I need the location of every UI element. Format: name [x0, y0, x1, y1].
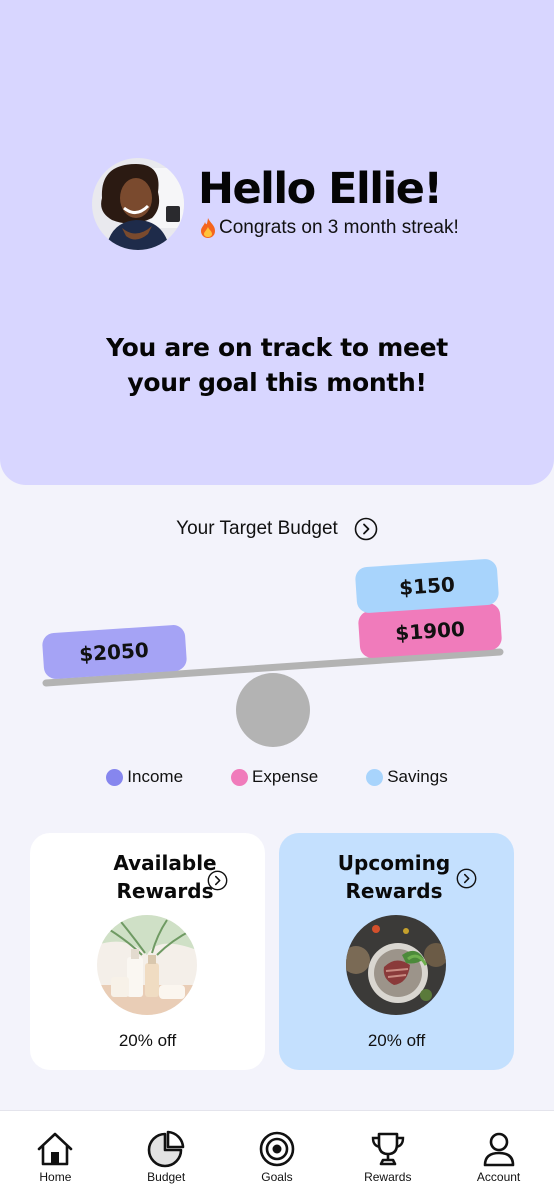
flame-icon [201, 218, 215, 238]
target-budget-arrow-button[interactable] [354, 517, 378, 541]
legend-income: Income [106, 767, 183, 787]
goal-status-line: your goal this month! [127, 368, 427, 397]
upcoming-rewards-card[interactable]: Upcoming Rewards 20% off [279, 833, 514, 1070]
income-dot [106, 768, 124, 786]
nav-goals[interactable]: Goals [227, 1111, 327, 1200]
home-icon [38, 1132, 73, 1166]
available-reward-offer: 20% off [118, 1031, 177, 1050]
available-rewards-card[interactable]: Available Rewards 20% off [30, 833, 265, 1070]
budget-balance-scale: $2050 $1900 $150 [42, 558, 504, 747]
chevron-right-icon [207, 870, 228, 891]
target-icon [259, 1131, 295, 1167]
savings-amount: $150 [398, 572, 455, 600]
savings-block[interactable]: $150 [355, 558, 500, 613]
available-rewards-arrow-button[interactable] [207, 870, 228, 891]
avatar-photo [92, 158, 184, 250]
budget-legend: Income Expense Savings [0, 767, 554, 787]
nav-budget[interactable]: Budget [116, 1111, 216, 1200]
legend-label: Expense [252, 767, 319, 786]
bottom-navigation: Home Budget Goals Rewards Account [0, 1110, 554, 1200]
nav-label: Account [476, 1170, 521, 1184]
nav-label: Home [39, 1170, 72, 1184]
nav-label: Goals [261, 1170, 293, 1184]
goal-status-message: You are on track to meet your goal this … [0, 330, 554, 400]
chevron-right-icon [456, 868, 477, 889]
streak-message: Congrats on 3 month streak! [198, 217, 459, 239]
savings-dot [366, 768, 384, 786]
user-icon [483, 1132, 514, 1167]
target-budget-title: Your Target Budget [176, 518, 338, 539]
chevron-right-icon [354, 517, 378, 541]
upcoming-reward-offer: 20% off [367, 1031, 426, 1050]
nav-label: Budget [147, 1170, 186, 1184]
nav-account[interactable]: Account [449, 1111, 549, 1200]
card-title-line: Rewards [345, 879, 443, 903]
goal-status-line: You are on track to meet [106, 333, 448, 362]
header-panel: Hello Ellie! Congrats on 3 month streak!… [0, 0, 554, 485]
pie-chart-icon [147, 1130, 185, 1168]
legend-label: Income [127, 767, 184, 786]
greeting-title: Hello Ellie! [198, 164, 443, 214]
target-budget-header: Your Target Budget [0, 517, 554, 541]
food-plate-image [346, 915, 446, 1015]
streak-text: Congrats on 3 month streak! [219, 217, 459, 238]
trophy-icon [371, 1132, 404, 1166]
income-block[interactable]: $2050 [42, 624, 188, 679]
income-amount: $2050 [78, 638, 149, 667]
card-title-line: Upcoming [337, 851, 451, 875]
skincare-products-image [97, 915, 197, 1015]
upcoming-rewards-title: Upcoming Rewards [309, 849, 479, 905]
legend-expense: Expense [231, 767, 318, 787]
legend-label: Savings [387, 767, 448, 786]
nav-label: Rewards [364, 1170, 412, 1184]
expense-amount: $1900 [395, 617, 466, 646]
avatar[interactable] [92, 158, 184, 250]
upcoming-rewards-arrow-button[interactable] [456, 868, 477, 889]
nav-rewards[interactable]: Rewards [338, 1111, 438, 1200]
legend-savings: Savings [366, 767, 448, 787]
scale-fulcrum [236, 673, 310, 747]
expense-dot [231, 768, 249, 786]
nav-home[interactable]: Home [5, 1111, 105, 1200]
